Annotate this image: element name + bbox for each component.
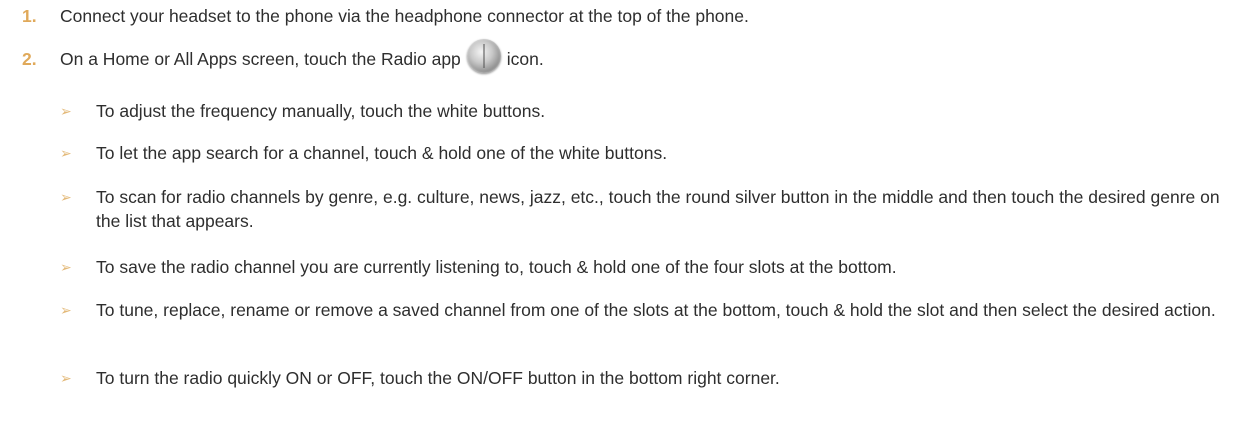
step-text-after: icon. [506,49,544,69]
step-text-before: On a Home or All Apps screen, touch the … [60,49,461,69]
step-number: 1. [22,6,37,26]
step-number: 2. [22,49,37,69]
radio-app-icon [466,39,501,74]
bullet-text: To adjust the frequency manually, touch … [96,101,546,121]
bullet-text: To save the radio channel you are curren… [96,257,897,277]
bullet-text: To tune, replace, rename or remove a sav… [96,300,1216,320]
arrow-bullet-icon: ➢ [60,370,72,386]
bullet-text: To turn the radio quickly ON or OFF, tou… [96,368,780,388]
bullet-text: To let the app search for a channel, tou… [96,143,668,163]
arrow-bullet-icon: ➢ [60,302,72,318]
arrow-bullet-icon: ➢ [60,145,72,161]
arrow-bullet-icon: ➢ [60,259,72,275]
arrow-bullet-icon: ➢ [60,103,72,119]
bullet-text: To scan for radio channels by genre, e.g… [96,187,1220,231]
step-text: Connect your headset to the phone via th… [60,6,749,26]
step-text: On a Home or All Apps screen, touch the … [60,39,544,74]
arrow-bullet-icon: ➢ [60,189,72,205]
